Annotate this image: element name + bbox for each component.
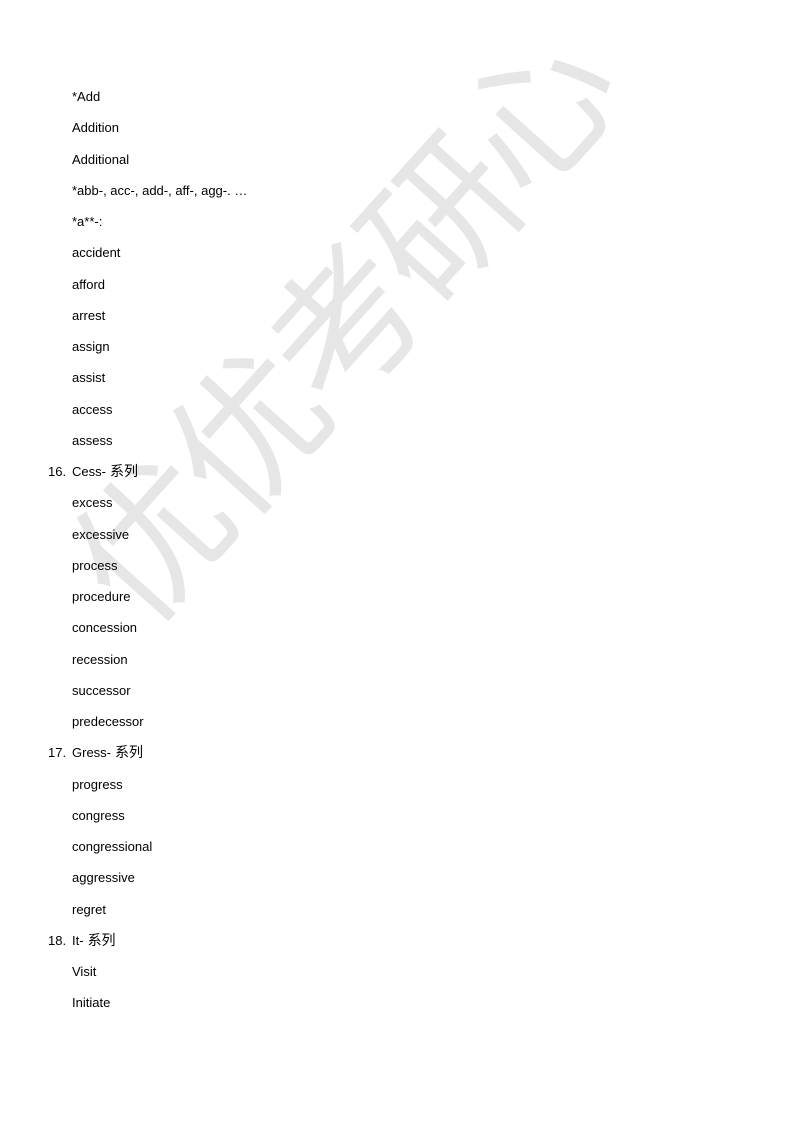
list-item: progress <box>0 774 794 805</box>
word-text: excess <box>72 495 113 511</box>
word-text: access <box>72 401 113 417</box>
list-item: afford <box>0 274 794 305</box>
list-item: assist <box>0 367 794 398</box>
word-text: assign <box>72 339 110 354</box>
word-text: assist <box>72 370 106 386</box>
list-item: excessive <box>0 524 794 555</box>
list-item: concession <box>0 617 794 648</box>
list-item: *abb-, acc-, add-, aff-, agg-. … <box>0 180 794 211</box>
section-suffix: 系列 <box>115 745 143 762</box>
list-item: aggressive <box>0 867 794 898</box>
word-text: congressional <box>72 839 153 854</box>
word-text: afford <box>72 276 106 292</box>
word-text: progress <box>72 776 123 792</box>
list-item: *Add <box>0 86 794 117</box>
list-item: Addition <box>0 117 794 148</box>
word-text: congress <box>72 807 125 823</box>
section-heading: 17. Gress- 系列 <box>0 742 794 773</box>
word-text: arrest <box>72 307 106 323</box>
list-item: regret <box>0 899 794 930</box>
list-item: access <box>0 399 794 430</box>
section-title: Gress- <box>72 745 111 761</box>
word-text: successor <box>72 682 131 698</box>
word-text: procedure <box>72 589 131 604</box>
list-item: predecessor <box>0 711 794 742</box>
word-text: aggressive <box>72 870 135 886</box>
section-number: 17. <box>48 745 67 761</box>
word-text: accident <box>72 245 121 261</box>
list-item: recession <box>0 649 794 680</box>
list-item: congress <box>0 805 794 836</box>
word-text: Addition <box>72 120 119 136</box>
list-item: Visit <box>0 961 794 992</box>
list-item: Additional <box>0 149 794 180</box>
section-heading: 18. It- 系列 <box>0 930 794 961</box>
section-number: 16. <box>48 464 67 479</box>
list-item: arrest <box>0 305 794 336</box>
list-item: successor <box>0 680 794 711</box>
word-text: assess <box>72 432 113 448</box>
document-page: 优优考研心 *Add Addition Additional *abb-, acc-,… <box>0 0 794 1123</box>
word-text: excessive <box>72 526 130 542</box>
list-item: Initiate <box>0 992 794 1023</box>
list-item: congressional <box>0 836 794 867</box>
list-item: accident <box>0 242 794 273</box>
list-item: excess <box>0 492 794 523</box>
word-text: *a**-: <box>72 214 103 229</box>
list-item: assign <box>0 336 794 367</box>
section-title: It- <box>72 932 84 948</box>
section-title: Cess- <box>72 464 106 479</box>
word-text: concession <box>72 620 138 636</box>
word-text: process <box>72 557 118 573</box>
word-text: Visit <box>72 964 97 979</box>
word-text: *abb-, acc-, add-, aff-, agg-. … <box>72 182 248 198</box>
word-text: regret <box>72 901 106 917</box>
word-text: Additional <box>72 151 130 167</box>
list-item: procedure <box>0 586 794 617</box>
list-item: process <box>0 555 794 586</box>
section-heading: 16. Cess- 系列 <box>0 461 794 492</box>
list-item: *a**-: <box>0 211 794 242</box>
word-text: *Add <box>72 89 101 104</box>
list-item: assess <box>0 430 794 461</box>
section-suffix: 系列 <box>87 932 116 949</box>
word-text: recession <box>72 651 128 667</box>
section-number: 18. <box>48 932 67 948</box>
word-list: *Add Addition Additional *abb-, acc-, add-,… <box>0 86 794 1024</box>
word-text: predecessor <box>72 714 144 729</box>
word-text: Initiate <box>72 995 111 1011</box>
section-suffix: 系列 <box>109 464 138 480</box>
